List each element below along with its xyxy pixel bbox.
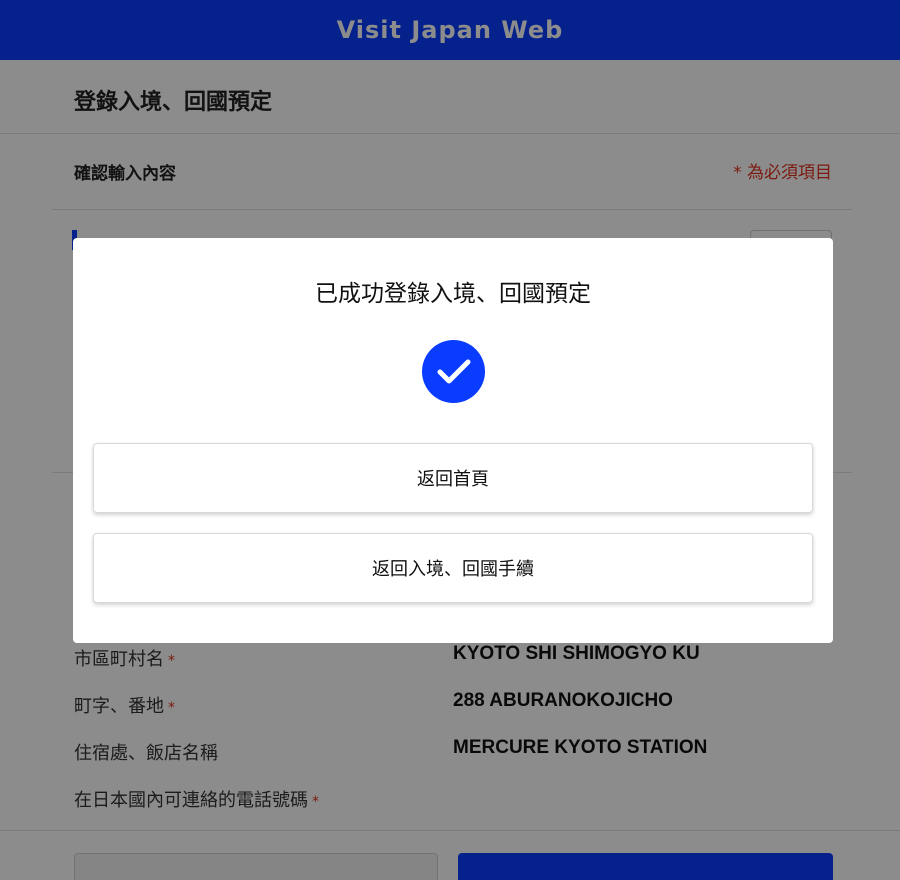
return-home-button[interactable]: 返回首頁 bbox=[93, 443, 813, 513]
check-circle-icon bbox=[422, 340, 485, 403]
return-procedures-button[interactable]: 返回入境、回國手續 bbox=[93, 533, 813, 603]
checkmark-icon bbox=[437, 359, 470, 383]
dialog-title: 已成功登錄入境、回國預定 bbox=[315, 281, 591, 307]
success-dialog: 已成功登錄入境、回國預定 返回首頁 返回入境、回國手續 bbox=[73, 238, 833, 643]
